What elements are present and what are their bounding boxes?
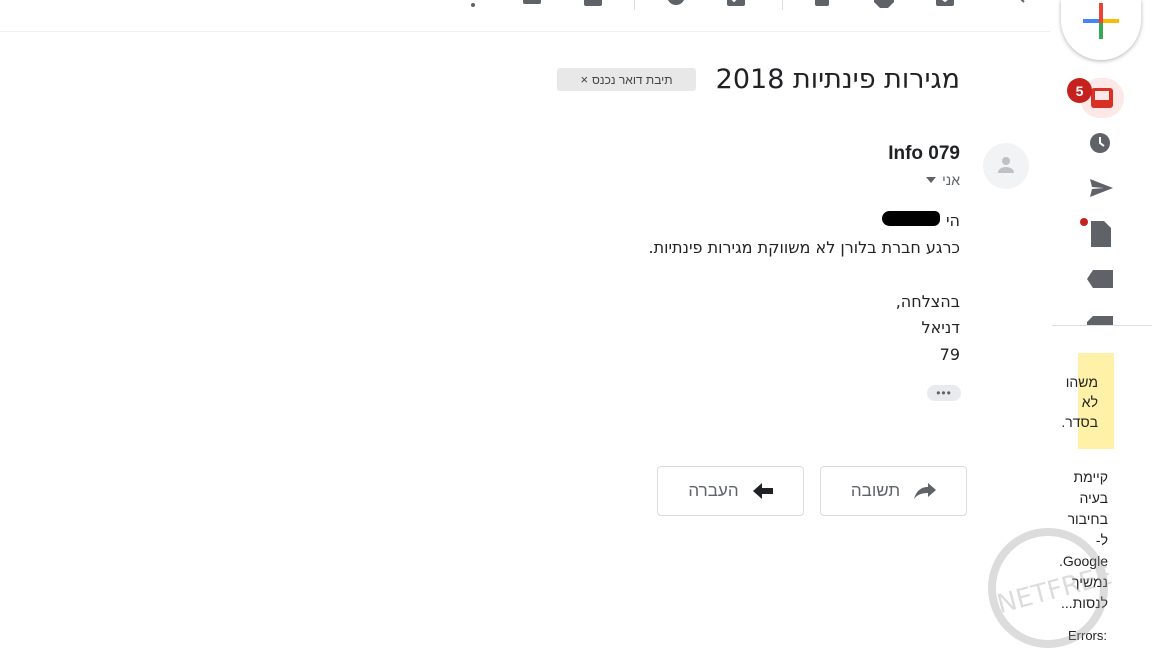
reply-button[interactable]: תשובה bbox=[820, 466, 967, 516]
move-to-icon[interactable] bbox=[583, 0, 603, 8]
toolbar-divider bbox=[782, 0, 783, 10]
person-icon bbox=[998, 157, 1014, 173]
reply-label: תשובה bbox=[850, 481, 901, 500]
recipient-label: אני bbox=[942, 172, 960, 188]
unread-count-badge: 5 bbox=[1067, 78, 1092, 103]
label-icon[interactable] bbox=[1087, 268, 1113, 294]
back-arrow-icon[interactable] bbox=[1012, 0, 1032, 8]
forward-button[interactable]: העברה bbox=[657, 466, 804, 516]
delete-icon[interactable] bbox=[812, 0, 832, 8]
sender-name[interactable]: Info 079 bbox=[888, 143, 960, 165]
draft-icon[interactable] bbox=[1089, 221, 1115, 247]
sidebar-divider bbox=[1052, 325, 1152, 326]
redacted-name bbox=[882, 211, 940, 226]
error-notice: משהו לא בסדר. bbox=[1061, 374, 1098, 430]
remove-label-button[interactable]: × bbox=[580, 72, 588, 87]
sent-icon[interactable] bbox=[1089, 177, 1115, 203]
compose-plus-icon bbox=[1083, 3, 1119, 39]
snoozed-clock-icon[interactable] bbox=[1089, 132, 1115, 158]
netfree-watermark-logo: NETFREE bbox=[988, 528, 1115, 648]
closing: בהצלחה, bbox=[895, 292, 960, 311]
reply-arrow-icon bbox=[914, 483, 937, 499]
forward-arrow-icon bbox=[752, 483, 773, 499]
message-toolbar bbox=[0, 0, 1050, 32]
archive-icon[interactable] bbox=[935, 0, 955, 8]
more-vert-icon[interactable] bbox=[463, 0, 483, 8]
show-trimmed-content-button[interactable]: ••• bbox=[927, 385, 961, 401]
draft-notification-dot bbox=[1080, 218, 1088, 226]
dropdown-arrow-icon[interactable] bbox=[926, 177, 937, 183]
toolbar-divider bbox=[634, 0, 635, 10]
avatar[interactable] bbox=[983, 143, 1029, 189]
report-spam-icon[interactable] bbox=[874, 0, 894, 8]
add-to-tasks-icon[interactable] bbox=[726, 0, 746, 8]
forward-label: העברה bbox=[688, 481, 739, 500]
signature-number: 79 bbox=[939, 345, 960, 364]
body-line: כרגע חברת בלורן לא משווקת מגירות פינתיות… bbox=[648, 238, 960, 257]
label-chip-text: תיבת דואר נכנס bbox=[592, 72, 673, 87]
recipient-line[interactable]: אני bbox=[926, 172, 960, 188]
mark-unread-icon[interactable] bbox=[522, 0, 542, 8]
inbox-icon bbox=[1091, 88, 1113, 108]
email-subject: מגירות פינתיות 2018 bbox=[715, 64, 960, 95]
greeting: הי bbox=[945, 211, 960, 230]
signature-name: דניאל bbox=[921, 318, 960, 337]
compose-button[interactable] bbox=[1061, 0, 1141, 60]
inbox-label-chip: תיבת דואר נכנס × bbox=[557, 68, 696, 91]
snooze-icon[interactable] bbox=[666, 0, 686, 8]
